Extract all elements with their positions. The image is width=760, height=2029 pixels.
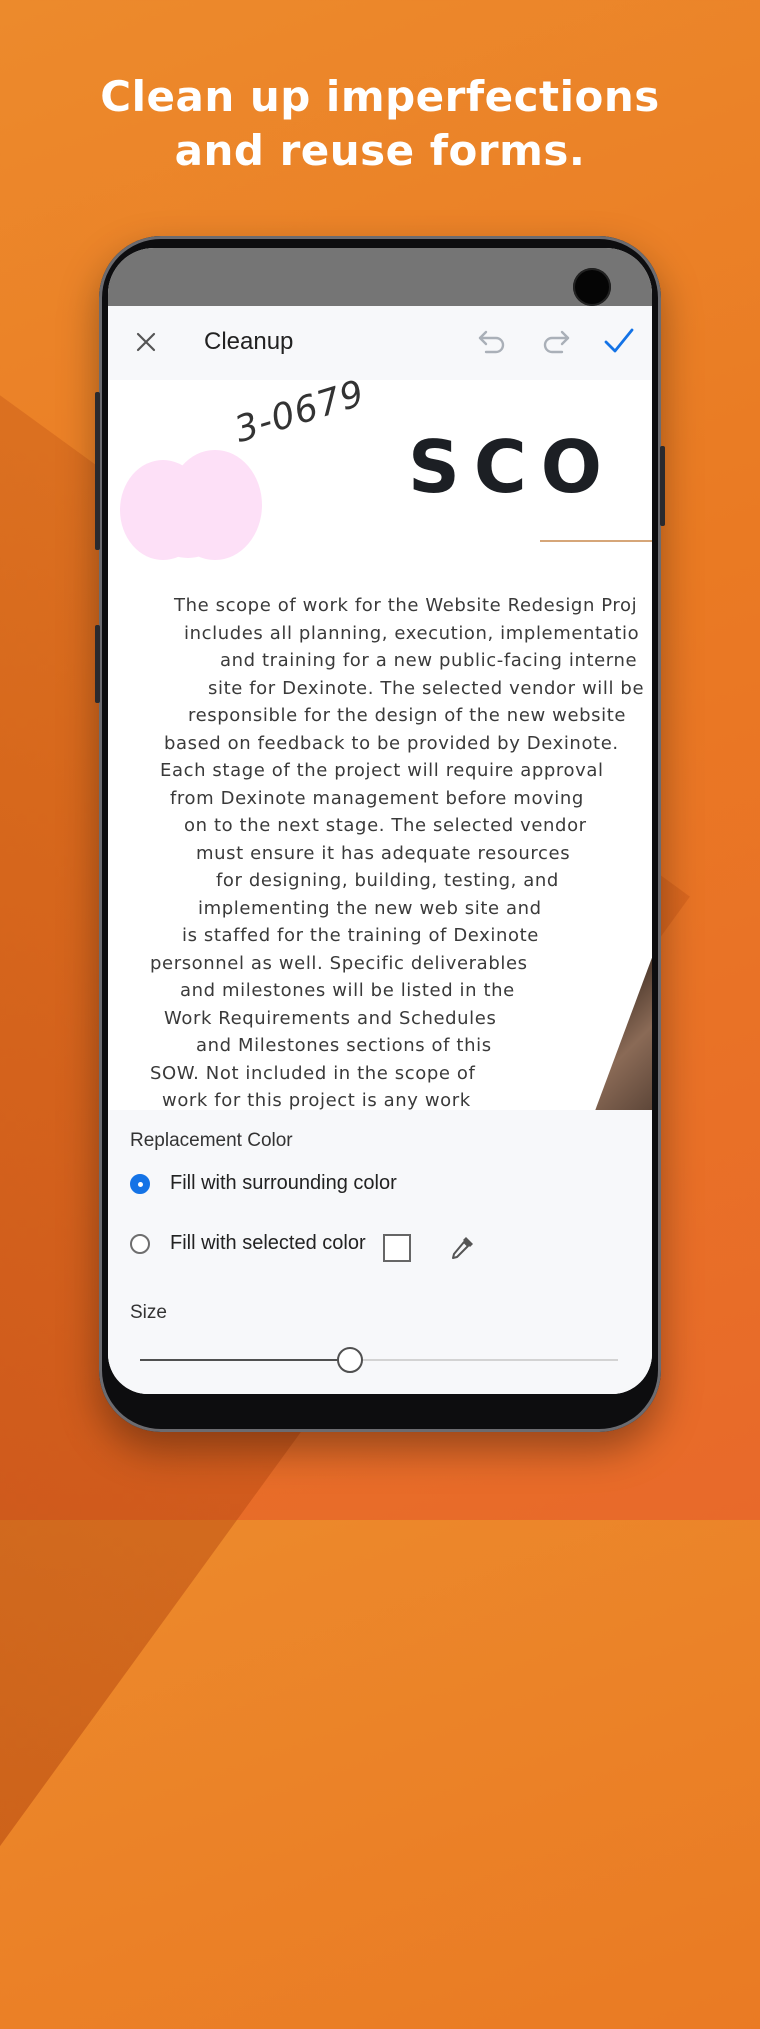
eyedropper-icon[interactable] [448,1234,476,1262]
headline-line-2: and reuse forms. [174,126,586,175]
paragraph-line: on to the next stage. The selected vendo… [184,815,587,836]
power-button [660,446,665,526]
option-fill-surrounding-label[interactable]: Fill with surrounding color [170,1172,397,1195]
paragraph-line: Each stage of the project will require a… [160,760,604,781]
paragraph-line: and Milestones sections of this [196,1035,492,1056]
paragraph-line: site for Dexinote. The selected vendor w… [208,677,645,699]
size-slider-thumb[interactable] [337,1347,364,1373]
size-slider-track[interactable] [140,1359,618,1361]
paragraph-line: is staffed for the training of Dexinote [182,925,539,946]
close-icon[interactable] [134,330,158,354]
front-camera [573,268,611,306]
paragraph-line: SOW. Not included in the scope of [150,1062,476,1084]
document-photo [573,850,652,1110]
option-fill-selected-label[interactable]: Fill with selected color [170,1232,366,1255]
paragraph-line: from Dexinote management before moving [170,787,584,809]
app-screen: Cleanup 3-0679 SCO The scope of work for… [108,248,652,1394]
size-label: Size [130,1302,167,1323]
headline-line-1: Clean up imperfections [100,72,660,121]
color-swatch[interactable] [383,1234,411,1262]
heading-rule [540,540,652,542]
paragraph-line: The scope of work for the Website Redesi… [174,595,638,616]
paragraph-line: and milestones will be listed in the [180,980,515,1001]
check-icon[interactable] [602,324,636,358]
promo-headline: Clean up imperfections and reuse forms. [0,70,760,178]
paragraph-line: based on feedback to be provided by Dexi… [164,732,619,754]
paragraph-line: must ensure it has adequate resources [196,842,571,864]
replacement-color-label: Replacement Color [130,1130,293,1151]
toolbar: Cleanup [108,306,652,380]
paragraph-line: and training for a new public-facing int… [220,650,638,671]
cleanup-options-panel: Replacement Color Fill with surrounding … [108,1110,652,1394]
paragraph-line: responsible for the design of the new we… [188,705,627,726]
paragraph-line: implementing the new web site and [198,897,542,919]
cleanup-brush-stroke [148,480,228,558]
bixby-button [95,625,100,703]
paragraph-line: includes all planning, execution, implem… [184,622,640,644]
radio-fill-surrounding[interactable] [130,1174,150,1194]
document-canvas[interactable]: 3-0679 SCO The scope of work for the Web… [108,380,652,1110]
redo-icon[interactable] [540,326,572,356]
paragraph-line: personnel as well. Specific deliverables [150,952,528,974]
document-heading: SCO [408,425,616,509]
undo-icon[interactable] [476,326,508,356]
paragraph-line: Work Requirements and Schedules [164,1007,497,1029]
paragraph-line: for designing, building, testing, and [216,870,559,891]
status-bar [108,248,652,306]
handwritten-number: 3-0679 [230,380,370,451]
volume-button [95,392,100,550]
screen-title: Cleanup [204,328,294,355]
size-slider-fill [140,1359,351,1361]
radio-fill-selected[interactable] [130,1234,150,1254]
paragraph-line: work for this project is any work [162,1090,471,1110]
